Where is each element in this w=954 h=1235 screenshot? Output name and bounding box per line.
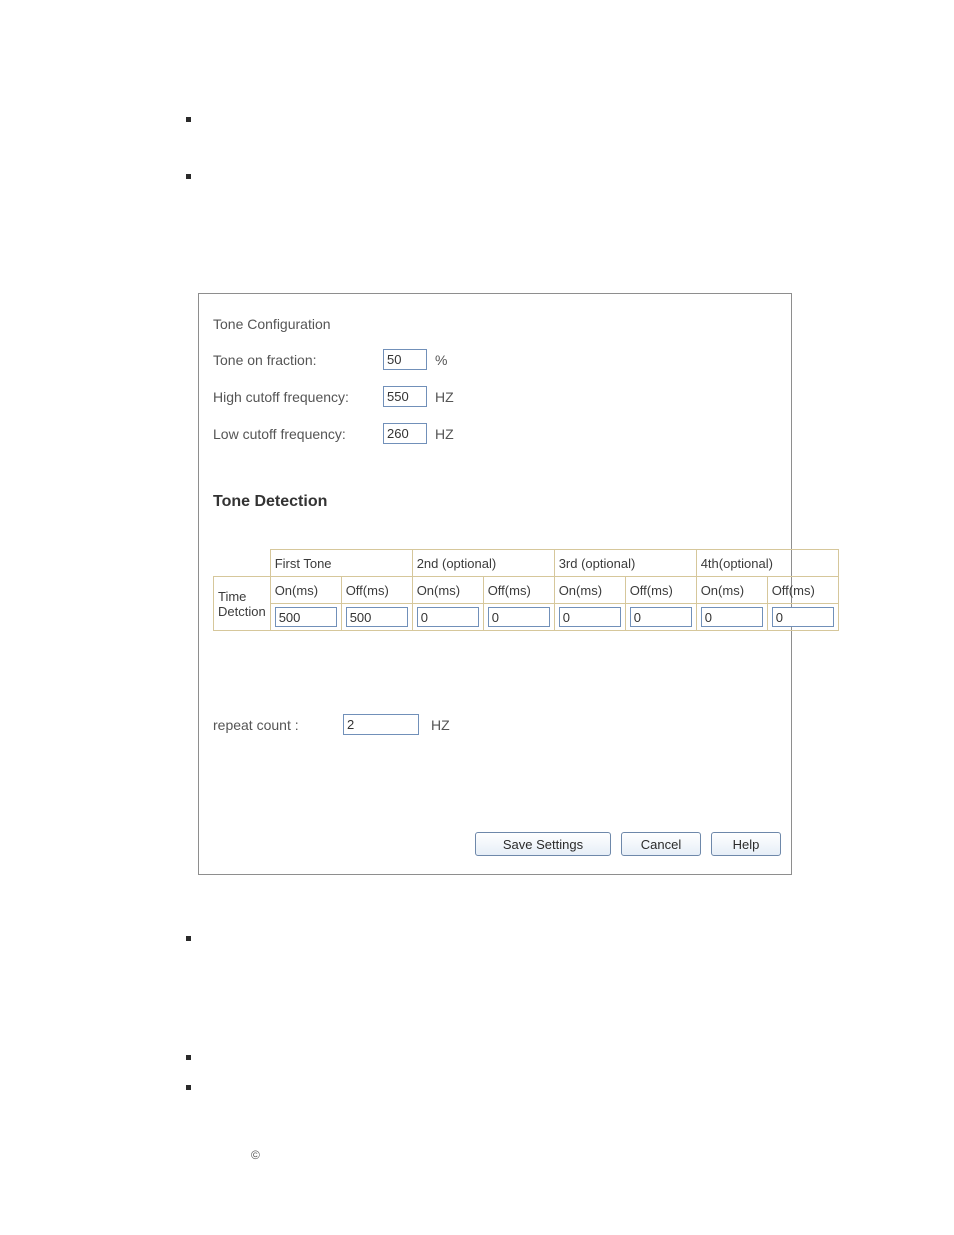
high-cutoff-unit: HZ: [435, 389, 454, 405]
bullet-marker: [186, 174, 191, 179]
bullet-marker: [186, 936, 191, 941]
subhead-off-4: Off(ms): [767, 577, 838, 604]
cell-4: [483, 604, 554, 631]
tone-on-fraction-input[interactable]: [383, 349, 427, 370]
tone-detection-title: Tone Detection: [213, 493, 327, 511]
repeat-count-unit: HZ: [431, 717, 450, 733]
on-4-input[interactable]: [701, 607, 763, 627]
cell-7: [696, 604, 767, 631]
bullet-marker: [186, 1055, 191, 1060]
low-cutoff-unit: HZ: [435, 426, 454, 442]
subhead-on-1: On(ms): [270, 577, 341, 604]
tone-on-fraction-row: Tone on fraction: %: [213, 349, 447, 370]
off-2-input[interactable]: [488, 607, 550, 627]
repeat-count-input[interactable]: [343, 714, 419, 735]
button-row: Save Settings Cancel Help: [475, 832, 781, 856]
cell-6: [625, 604, 696, 631]
cell-3: [412, 604, 483, 631]
on-1-input[interactable]: [275, 607, 337, 627]
bullet-marker: [186, 1085, 191, 1090]
group-header-1: First Tone: [270, 550, 412, 577]
copyright-mark: ©: [251, 1148, 260, 1162]
help-button[interactable]: Help: [711, 832, 781, 856]
tone-config-title: Tone Configuration: [213, 316, 331, 332]
subhead-on-3: On(ms): [554, 577, 625, 604]
subhead-on-2: On(ms): [412, 577, 483, 604]
subhead-off-2: Off(ms): [483, 577, 554, 604]
low-cutoff-input[interactable]: [383, 423, 427, 444]
group-header-4: 4th(optional): [696, 550, 838, 577]
config-panel: Tone Configuration Tone on fraction: % H…: [198, 293, 792, 875]
repeat-count-row: repeat count : HZ: [213, 714, 450, 735]
group-header-2: 2nd (optional): [412, 550, 554, 577]
high-cutoff-label: High cutoff frequency:: [213, 389, 383, 405]
high-cutoff-input[interactable]: [383, 386, 427, 407]
off-3-input[interactable]: [630, 607, 692, 627]
high-cutoff-row: High cutoff frequency: HZ: [213, 386, 454, 407]
on-3-input[interactable]: [559, 607, 621, 627]
off-1-input[interactable]: [346, 607, 408, 627]
low-cutoff-row: Low cutoff frequency: HZ: [213, 423, 454, 444]
cancel-button[interactable]: Cancel: [621, 832, 701, 856]
subhead-off-3: Off(ms): [625, 577, 696, 604]
tone-on-fraction-label: Tone on fraction:: [213, 352, 383, 368]
time-detection-label: Time Detction: [214, 577, 271, 631]
off-4-input[interactable]: [772, 607, 834, 627]
on-2-input[interactable]: [417, 607, 479, 627]
detection-table: First Tone 2nd (optional) 3rd (optional)…: [213, 549, 839, 631]
repeat-count-label: repeat count :: [213, 717, 343, 733]
cell-1: [270, 604, 341, 631]
group-header-3: 3rd (optional): [554, 550, 696, 577]
tone-on-fraction-unit: %: [435, 352, 447, 368]
save-settings-button[interactable]: Save Settings: [475, 832, 611, 856]
low-cutoff-label: Low cutoff frequency:: [213, 426, 383, 442]
bullet-marker: [186, 117, 191, 122]
page: Tone Configuration Tone on fraction: % H…: [0, 0, 954, 1235]
subhead-off-1: Off(ms): [341, 577, 412, 604]
cell-2: [341, 604, 412, 631]
cell-8: [767, 604, 838, 631]
subhead-on-4: On(ms): [696, 577, 767, 604]
cell-5: [554, 604, 625, 631]
table-corner-cell: [214, 550, 271, 577]
